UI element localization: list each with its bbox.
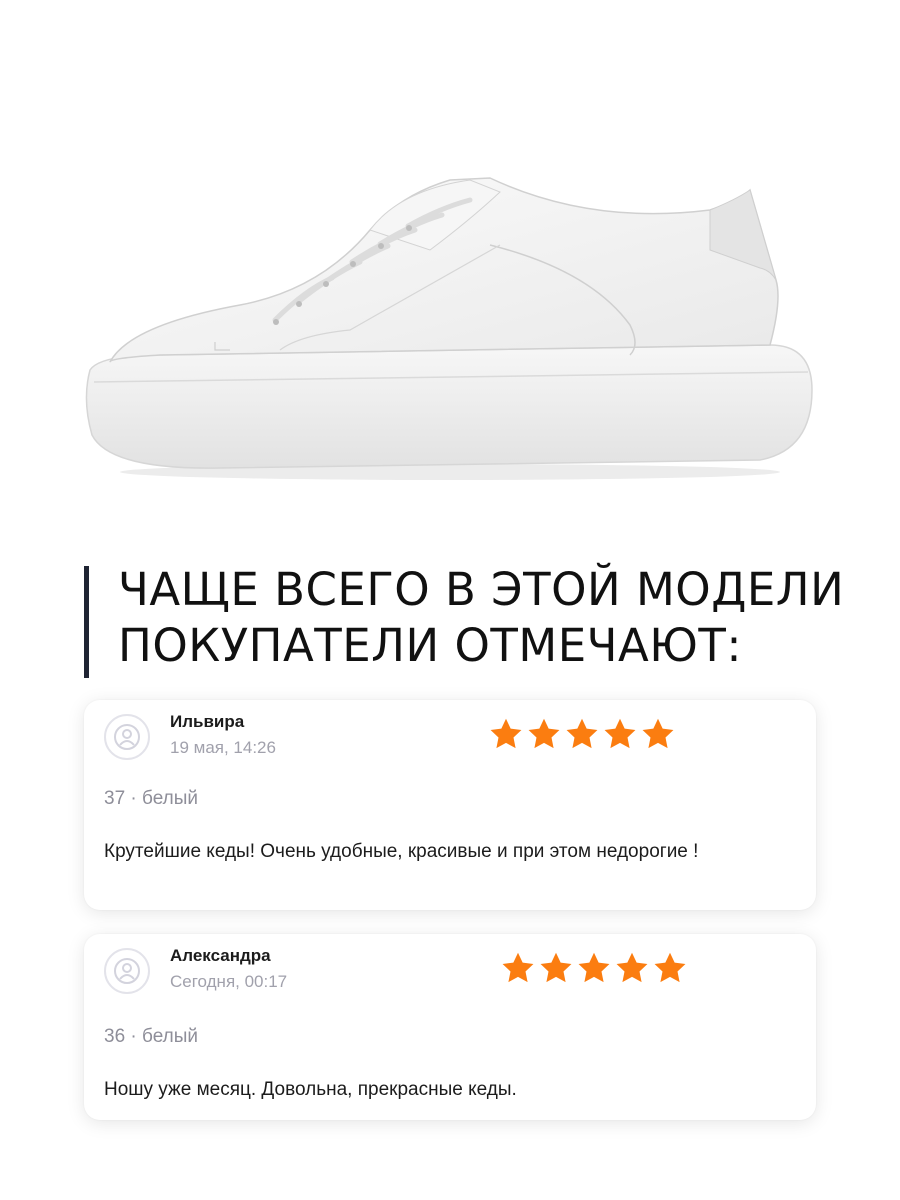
star-icon [642,718,674,749]
star-icon [578,952,610,983]
review-date: Сегодня, 00:17 [170,972,288,991]
heading-line-2: ПОКУПАТЕЛИ ОТМЕЧАЮТ: [118,619,743,672]
user-icon [114,958,140,984]
review-card: Ильвира 19 мая, 14:26 37 · белый Крутейш… [84,700,816,910]
star-icon [502,952,534,983]
star-icon [616,952,648,983]
avatar [104,714,150,760]
review-size-color: 37 · белый [104,788,198,809]
avatar [104,948,150,994]
star-icon [654,952,686,983]
section-heading: ЧАЩЕ ВСЕГО В ЭТОЙ МОДЕЛИ ПОКУПАТЕЛИ ОТМЕ… [118,562,878,674]
review-date: 19 мая, 14:26 [170,738,276,757]
review-card: Александра Сегодня, 00:17 36 · белый Нош… [84,934,816,1120]
rating-stars [488,716,676,752]
review-author: Ильвира [170,712,245,731]
heading-accent-bar [84,566,89,678]
star-icon [528,718,560,749]
user-icon [114,724,140,750]
star-icon [540,952,572,983]
review-author: Александра [170,946,271,965]
sneaker-illustration [85,177,813,480]
review-text: Ношу уже месяц. Довольна, прекрасные кед… [104,1079,517,1100]
review-text: Крутейшие кеды! Очень удобные, красивые … [104,841,699,862]
heading-line-1: ЧАЩЕ ВСЕГО В ЭТОЙ МОДЕЛИ [118,563,845,616]
star-icon [604,718,636,749]
rating-stars [500,950,688,986]
star-icon [566,718,598,749]
product-image [70,150,830,490]
star-icon [490,718,522,749]
review-size-color: 36 · белый [104,1026,198,1047]
